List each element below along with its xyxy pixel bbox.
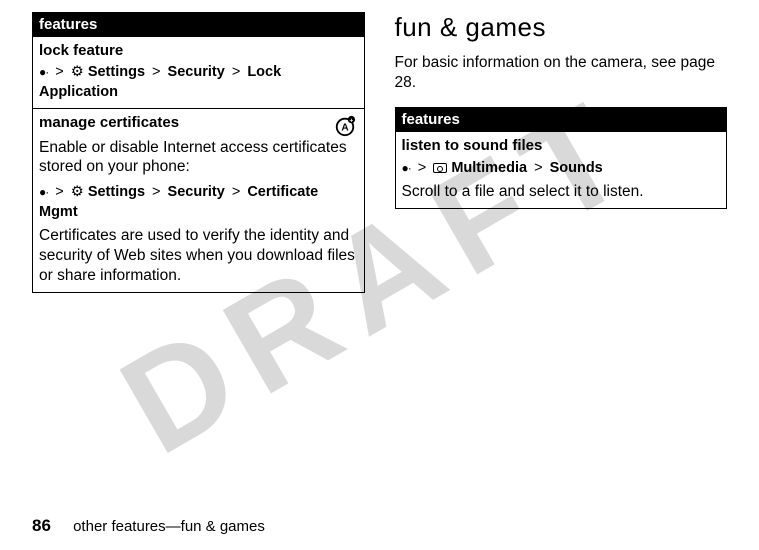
menu-key-icon bbox=[402, 160, 411, 176]
nav-path: > Multimedia > Sounds bbox=[402, 159, 721, 179]
features-table-left: features lock feature > Settings > Secur… bbox=[32, 12, 365, 293]
nav-path: > Settings > Security > Lock Application bbox=[39, 63, 358, 102]
certificate-badge-icon: A+ bbox=[334, 115, 356, 137]
path-security: Security bbox=[168, 64, 225, 80]
row-intro-text: Enable or disable Internet access certif… bbox=[39, 138, 358, 178]
path-settings: Settings bbox=[88, 184, 145, 200]
settings-icon bbox=[71, 184, 84, 200]
section-intro: For basic information on the camera, see… bbox=[395, 53, 728, 93]
content-columns: features lock feature > Settings > Secur… bbox=[0, 0, 759, 293]
section-heading: fun & games bbox=[395, 12, 728, 43]
separator: > bbox=[415, 160, 429, 176]
footer-text: other features—fun & games bbox=[73, 518, 265, 535]
separator: > bbox=[149, 184, 163, 200]
path-security: Security bbox=[168, 184, 225, 200]
multimedia-icon bbox=[433, 163, 447, 173]
row-note-text: Scroll to a file and select it to listen… bbox=[402, 182, 721, 202]
separator: > bbox=[149, 64, 163, 80]
row-note-text: Certificates are used to verify the iden… bbox=[39, 226, 358, 285]
path-sounds: Sounds bbox=[550, 160, 603, 176]
row-lock-feature: lock feature > Settings > Security > Loc… bbox=[33, 36, 364, 108]
svg-text:+: + bbox=[349, 118, 353, 125]
page-footer: 86 other features—fun & games bbox=[32, 516, 265, 536]
row-title: lock feature bbox=[39, 41, 358, 61]
nav-path: > Settings > Security > Certificate Mgmt bbox=[39, 183, 358, 222]
separator: > bbox=[531, 160, 545, 176]
row-manage-certificates: A+ manage certificates Enable or disable… bbox=[33, 108, 364, 292]
row-listen-sound: listen to sound files > Multimedia > Sou… bbox=[396, 131, 727, 208]
separator: > bbox=[52, 64, 66, 80]
left-column: features lock feature > Settings > Secur… bbox=[32, 12, 365, 293]
row-title: manage certificates bbox=[39, 113, 358, 133]
path-settings: Settings bbox=[88, 64, 145, 80]
page-number: 86 bbox=[32, 516, 51, 535]
path-multimedia: Multimedia bbox=[451, 160, 527, 176]
row-title: listen to sound files bbox=[402, 136, 721, 156]
features-table-right: features listen to sound files > Multime… bbox=[395, 107, 728, 209]
separator: > bbox=[229, 64, 243, 80]
menu-key-icon bbox=[39, 64, 48, 80]
settings-icon bbox=[71, 64, 84, 80]
menu-key-icon bbox=[39, 184, 48, 200]
table-header: features bbox=[33, 13, 364, 36]
table-header: features bbox=[396, 108, 727, 131]
svg-text:A: A bbox=[341, 123, 349, 134]
separator: > bbox=[52, 184, 66, 200]
separator: > bbox=[229, 184, 243, 200]
right-column: fun & games For basic information on the… bbox=[395, 12, 728, 293]
